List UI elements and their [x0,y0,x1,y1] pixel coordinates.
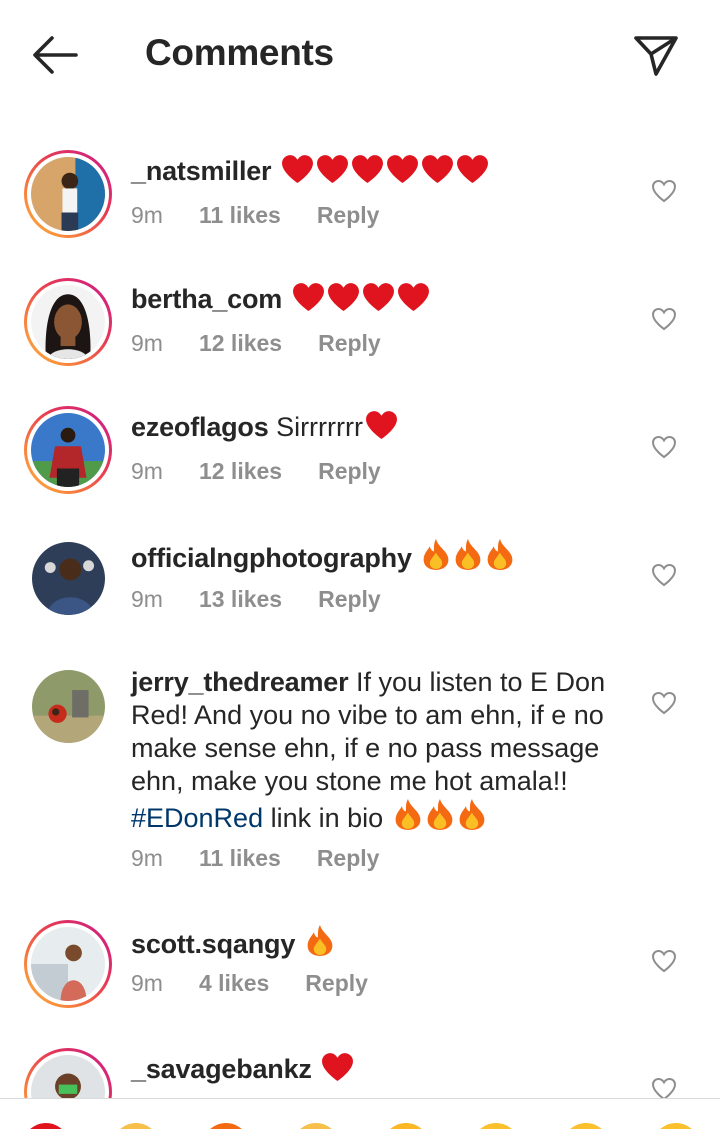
comment-item: ezeoflagos Sirrrrrrr 9m 12 likes Reply [0,406,720,526]
crying-emoji-icon[interactable] [382,1123,430,1129]
comment-body: officialngphotography [131,538,621,575]
comment-likes[interactable]: 13 likes [199,586,282,612]
comment-body: scott.sqangy [131,924,621,961]
like-button[interactable] [651,1077,677,1098]
arrow-left-icon [33,36,78,74]
like-button[interactable] [651,179,677,203]
comment-meta: 9m 11 likes Reply [131,202,379,229]
comment-item: _natsmiller 9m 11 likes Reply [0,150,720,270]
avatar[interactable] [24,1048,112,1098]
like-button[interactable] [651,307,677,331]
comment-meta: 9m 12 likes Reply [131,458,381,485]
paper-plane-icon [634,36,678,76]
avatar[interactable] [24,150,112,238]
heart-emoji [321,1052,354,1082]
comment-item: officialngphotography 9m 13 likes Reply [0,534,720,654]
page-title: Comments [145,32,334,73]
comment-username[interactable]: ezeoflagos [131,412,269,442]
raised-hands-emoji-icon[interactable] [292,1123,340,1129]
comment-time: 9m [131,202,163,228]
heart-outline-icon [651,179,677,203]
clap-emoji-icon[interactable] [112,1123,160,1129]
reply-button[interactable]: Reply [317,202,380,228]
avatar[interactable] [24,920,112,1008]
heart-emojis [279,155,489,186]
like-button[interactable] [651,435,677,459]
comment-meta: 9m 13 likes Reply [131,586,381,613]
comment-time: 9m [131,586,163,612]
fire-emojis [419,539,515,573]
comment-meta: 9m 12 likes Reply [131,330,381,357]
comment-username[interactable]: officialngphotography [131,543,412,573]
comment-body: jerry_thedreamer If you listen to E Don … [131,666,621,835]
heart-outline-icon [651,1077,677,1098]
comment-body: ezeoflagos Sirrrrrrr [131,410,621,444]
like-button[interactable] [651,563,677,587]
reply-button[interactable]: Reply [318,586,381,612]
comment-time: 9m [131,458,163,484]
comment-likes[interactable]: 12 likes [199,330,282,356]
heart-outline-icon [651,949,677,973]
reply-button[interactable]: Reply [317,845,380,871]
comment-username[interactable]: jerry_thedreamer [131,667,349,697]
comment-body: _natsmiller [131,154,621,188]
reply-button[interactable]: Reply [318,458,381,484]
smile-emoji-icon[interactable] [472,1123,520,1129]
comment-likes[interactable]: 11 likes [199,845,281,871]
comment-text: Sirrrrrrr [276,412,364,442]
surprised-emoji-icon[interactable] [562,1123,610,1129]
comment-username[interactable]: bertha_com [131,284,282,314]
heart-eyes-emoji-icon[interactable] [22,1123,70,1129]
heart-outline-icon [651,563,677,587]
back-button[interactable] [28,30,84,80]
reply-button[interactable]: Reply [305,970,368,996]
comment-time: 9m [131,330,163,356]
header: Comments [0,0,720,110]
fire-emoji [305,924,335,957]
avatar[interactable] [32,670,105,743]
comment-username[interactable]: scott.sqangy [131,929,295,959]
heart-emojis [290,283,430,314]
like-button[interactable] [651,691,677,715]
comment-time: 9m [131,845,163,871]
heart-emoji [365,410,398,440]
share-button[interactable] [630,30,682,80]
comment-likes[interactable]: 12 likes [199,458,282,484]
comment-item: _savagebankz [0,1048,720,1098]
heart-outline-icon [651,435,677,459]
avatar[interactable] [24,278,112,366]
like-button[interactable] [651,949,677,973]
comment-item: bertha_com 9m 12 likes Reply [0,278,720,398]
fire-emoji-icon[interactable] [202,1123,250,1129]
heart-outline-icon [651,691,677,715]
reply-button[interactable]: Reply [318,330,381,356]
comment-meta: 9m 4 likes Reply [131,970,368,997]
comment-meta: 9m 11 likes Reply [131,845,379,872]
comment-time: 9m [131,970,163,996]
comment-item: scott.sqangy 9m 4 likes Reply [0,920,720,1040]
fire-emojis [391,799,487,833]
hashtag-link[interactable]: #EDonRed [131,803,263,833]
comment-username[interactable]: _savagebankz [131,1054,312,1084]
comment-likes[interactable]: 11 likes [199,202,281,228]
comment-likes[interactable]: 4 likes [199,970,269,996]
comment-item: jerry_thedreamer If you listen to E Don … [0,662,720,882]
laugh-emoji-icon[interactable] [652,1123,700,1129]
comment-body: bertha_com [131,282,621,316]
heart-outline-icon [651,307,677,331]
comment-text-after: link in bio [270,803,384,833]
comment-username[interactable]: _natsmiller [131,156,272,186]
avatar[interactable] [24,406,112,494]
quick-emoji-bar [0,1098,720,1129]
comment-body: _savagebankz [131,1052,621,1086]
avatar[interactable] [32,542,105,615]
